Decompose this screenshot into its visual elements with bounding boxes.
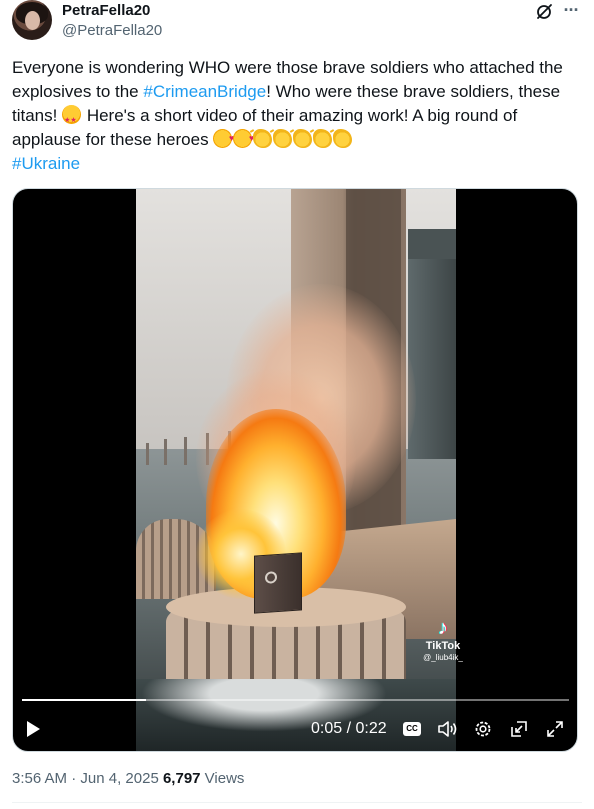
- video-progress-fill: [22, 699, 147, 701]
- video-device-box: [254, 552, 302, 614]
- tiktok-icon: ♪: [438, 617, 448, 639]
- clapping-hands-emoji-icon: [333, 129, 353, 148]
- star-struck-emoji-icon: [62, 105, 82, 133]
- video-bridge-deck: [408, 229, 456, 259]
- duration: 0:22: [355, 720, 387, 737]
- device-knob: [265, 571, 277, 584]
- avatar[interactable]: [12, 0, 52, 40]
- tiktok-username: @_liub4ik_: [423, 653, 463, 662]
- video-progress-bar[interactable]: [22, 699, 569, 701]
- time-separator: /: [342, 720, 356, 737]
- tiktok-brand-label: TikTok: [425, 640, 461, 652]
- avatar-face: [25, 11, 40, 30]
- video-player[interactable]: ♪ TikTok @_liub4ik_ 0:05 / 0:22 CC: [12, 188, 578, 752]
- divider: [12, 802, 582, 803]
- picture-in-picture-icon[interactable]: [509, 719, 529, 739]
- meta-dot: ·: [67, 770, 81, 787]
- video-time: 0:05 / 0:22: [311, 720, 387, 738]
- video-frame[interactable]: [136, 189, 456, 751]
- tweet-text: Everyone is wondering WHO were those bra…: [12, 56, 582, 176]
- volume-icon[interactable]: [437, 719, 459, 739]
- post-time[interactable]: 3:56 AM: [12, 770, 67, 787]
- views-count: 6,797: [162, 770, 201, 787]
- post-date[interactable]: Jun 4, 2025: [80, 770, 158, 787]
- grok-icon[interactable]: [534, 2, 554, 22]
- play-icon[interactable]: [27, 721, 40, 737]
- tiktok-watermark: ♪ TikTok @_liub4ik_: [413, 617, 473, 667]
- video-bridge-support: [408, 229, 456, 459]
- tweet-meta: 3:56 AM · Jun 4, 2025 6,797 Views: [12, 770, 244, 787]
- views-label: Views: [200, 770, 245, 787]
- video-controls: 0:05 / 0:22 CC: [13, 709, 577, 749]
- settings-icon[interactable]: [473, 719, 493, 739]
- tweet-header: PetraFella20 @PetraFella20 ···: [12, 0, 582, 46]
- hashtag-crimean-bridge[interactable]: #CrimeanBridge: [143, 82, 266, 101]
- cc-icon[interactable]: CC: [403, 722, 421, 736]
- display-name[interactable]: PetraFella20: [62, 2, 150, 19]
- fullscreen-icon[interactable]: [545, 719, 565, 739]
- smiling-hearts-emoji-icon: [213, 126, 234, 150]
- user-handle[interactable]: @PetraFella20: [62, 22, 162, 39]
- more-icon[interactable]: ···: [560, 1, 582, 22]
- current-time: 0:05: [311, 720, 343, 737]
- hashtag-ukraine[interactable]: #Ukraine: [12, 154, 80, 173]
